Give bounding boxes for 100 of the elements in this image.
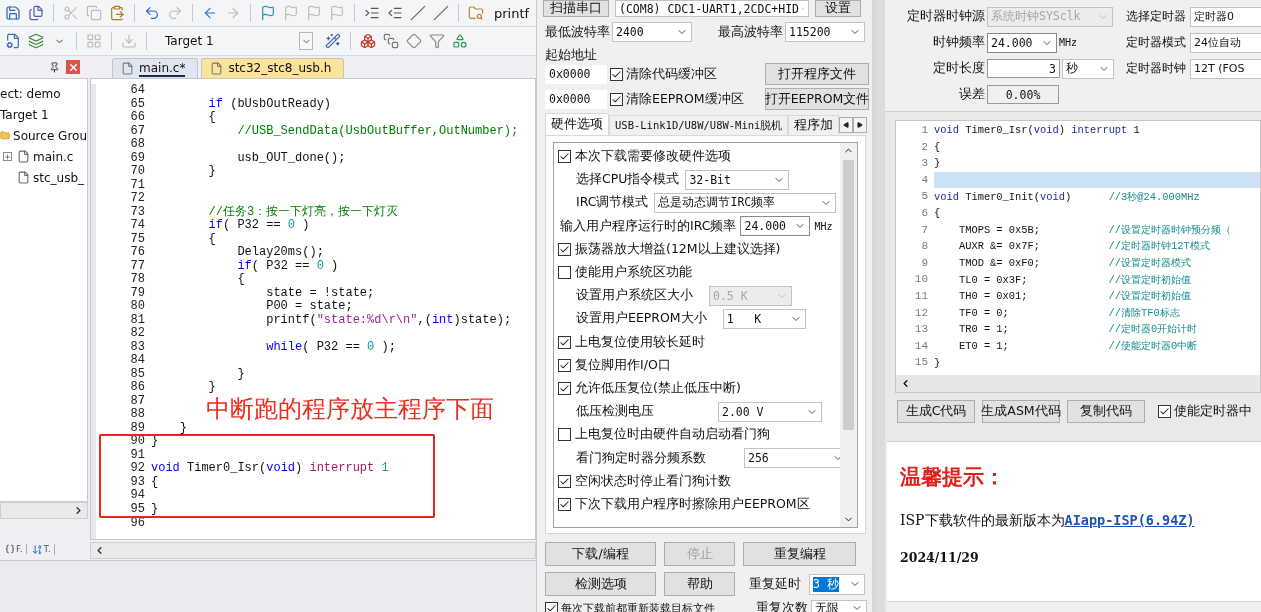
dropdown[interactable]: 秒: [1062, 58, 1114, 79]
tab[interactable]: USB-Link1D/U8W/U8W-Mini脱机: [609, 115, 789, 135]
slash-icon[interactable]: [409, 4, 427, 22]
panel-tab[interactable]: T.: [28, 543, 55, 555]
diamond-icon[interactable]: [405, 32, 423, 50]
field-label: 定时长度: [932, 60, 985, 77]
scrollbar[interactable]: [840, 143, 857, 527]
settings-button[interactable]: 设置: [815, 0, 861, 17]
checkbox[interactable]: [558, 497, 571, 511]
tab-scroll-left-icon[interactable]: [839, 117, 854, 133]
save-icon[interactable]: [4, 4, 22, 22]
boxes-icon[interactable]: [359, 32, 377, 50]
checkbox[interactable]: [558, 428, 571, 442]
option-label: 本次下载需要修改硬件选项: [575, 148, 731, 166]
dropdown[interactable]: 2400: [612, 22, 692, 42]
option-label: 低压检测电压: [576, 403, 654, 421]
tree-item[interactable]: ect: demo: [0, 86, 61, 101]
code-editor[interactable]: [90, 78, 536, 540]
scan-port-button[interactable]: 扫描串口: [543, 0, 609, 17]
address-field[interactable]: 0x0000: [545, 89, 607, 109]
option-label: 下次下载用户程序时擦除用户EEPROM区: [575, 495, 810, 513]
scrollbar[interactable]: [0, 502, 88, 519]
find-text[interactable]: printf: [494, 5, 530, 21]
funnel-icon[interactable]: [428, 32, 446, 50]
dropdown[interactable]: 12T (FOS: [1190, 58, 1261, 79]
port-select[interactable]: (COM8) CDC1-UART1,2CDC+HID: [615, 0, 809, 17]
address-field[interactable]: 0x0000: [545, 64, 607, 84]
input-field[interactable]: 3: [987, 59, 1060, 78]
dropdown[interactable]: 3 秒: [809, 573, 865, 595]
checkbox[interactable]: [545, 601, 558, 612]
editor-tab[interactable]: stc32_stc8_usb.h: [201, 58, 345, 78]
tab[interactable]: 程序加: [788, 115, 840, 135]
target-select[interactable]: Target 1: [161, 31, 313, 51]
field-label: 最低波特率: [545, 23, 610, 41]
tree-item[interactable]: Target 1: [0, 107, 49, 122]
file-icon[interactable]: [4, 32, 22, 50]
file-icon: [17, 150, 30, 163]
dropdown[interactable]: 32-Bit: [685, 169, 790, 190]
option-label: 清除EEPROM缓冲区: [626, 90, 745, 108]
dropdown[interactable]: 定时器0: [1190, 6, 1261, 27]
action-button[interactable]: 重复编程: [743, 542, 856, 566]
dropdown[interactable]: 1 K: [722, 308, 806, 329]
checkbox[interactable]: [558, 150, 571, 164]
combo-box[interactable]: 24.000: [987, 32, 1057, 53]
dropdown[interactable]: 2.00 V: [718, 401, 822, 422]
checkbox[interactable]: [558, 381, 571, 395]
action-button[interactable]: 生成ASM代码: [982, 400, 1060, 423]
panel-tab[interactable]: F.: [2, 544, 27, 554]
slash-icon[interactable]: [432, 4, 450, 22]
tree-item[interactable]: Source Grou: [13, 128, 87, 143]
pin-icon[interactable]: [49, 61, 60, 73]
dropdown[interactable]: 24位自动: [1190, 32, 1261, 53]
dropdown[interactable]: 115200: [785, 22, 865, 42]
flag-icon[interactable]: [259, 4, 277, 22]
action-button[interactable]: 生成C代码: [897, 400, 975, 423]
line-number: 95: [129, 503, 146, 517]
close-icon[interactable]: [66, 60, 80, 74]
code-line: {: [934, 140, 941, 153]
line-number: 86: [129, 381, 146, 395]
action-button[interactable]: 复制代码: [1067, 400, 1145, 423]
version-link[interactable]: AIapp-ISP(6.94Z): [1064, 512, 1195, 528]
undo-icon[interactable]: [143, 4, 161, 22]
code-line: }: [207, 165, 217, 179]
paste-icon[interactable]: [108, 4, 126, 22]
tree-item[interactable]: main.c: [33, 149, 74, 164]
scroll-right-icon[interactable]: [73, 505, 84, 516]
caret-icon: [299, 32, 313, 50]
stack-icon[interactable]: [382, 32, 400, 50]
checkbox[interactable]: [1158, 405, 1171, 418]
action-button[interactable]: 检测选项: [545, 572, 656, 596]
checkbox[interactable]: [558, 335, 571, 349]
checkbox[interactable]: [558, 266, 571, 280]
open-file-button[interactable]: 打开程序文件: [765, 63, 869, 85]
line-number: 80: [129, 300, 146, 314]
editor-tab[interactable]: main.c*: [112, 58, 199, 78]
checkbox[interactable]: [610, 67, 623, 81]
dropdown[interactable]: 总是动态调节IRC频率: [654, 192, 837, 213]
expand-toggle[interactable]: [3, 152, 12, 161]
folder-search-icon[interactable]: [467, 4, 485, 22]
shapes-icon[interactable]: [451, 32, 469, 50]
tab-scroll-right-icon[interactable]: [853, 117, 868, 133]
combo-box[interactable]: 24.000: [740, 216, 811, 237]
scrollbar[interactable]: [90, 542, 536, 559]
action-button[interactable]: 帮助: [664, 572, 735, 596]
wand-icon[interactable]: [324, 32, 342, 50]
action-button[interactable]: 下载/编程: [545, 542, 656, 566]
code-line: {: [207, 111, 217, 125]
checkbox[interactable]: [610, 92, 623, 106]
checkbox[interactable]: [558, 474, 571, 488]
tab[interactable]: 硬件选项: [545, 113, 609, 135]
dropdown[interactable]: 256: [744, 448, 840, 469]
checkbox[interactable]: [558, 242, 571, 256]
open-file-button[interactable]: 打开EEPROM文件: [765, 88, 869, 110]
save-all-icon[interactable]: [27, 4, 45, 22]
line-number: 92: [129, 462, 146, 476]
checkbox[interactable]: [558, 358, 571, 372]
tree-item[interactable]: stc_usb_: [33, 170, 85, 185]
scrollbar[interactable]: [896, 375, 1260, 392]
line-number: 68: [129, 138, 146, 152]
layers-icon[interactable]: [27, 32, 45, 50]
